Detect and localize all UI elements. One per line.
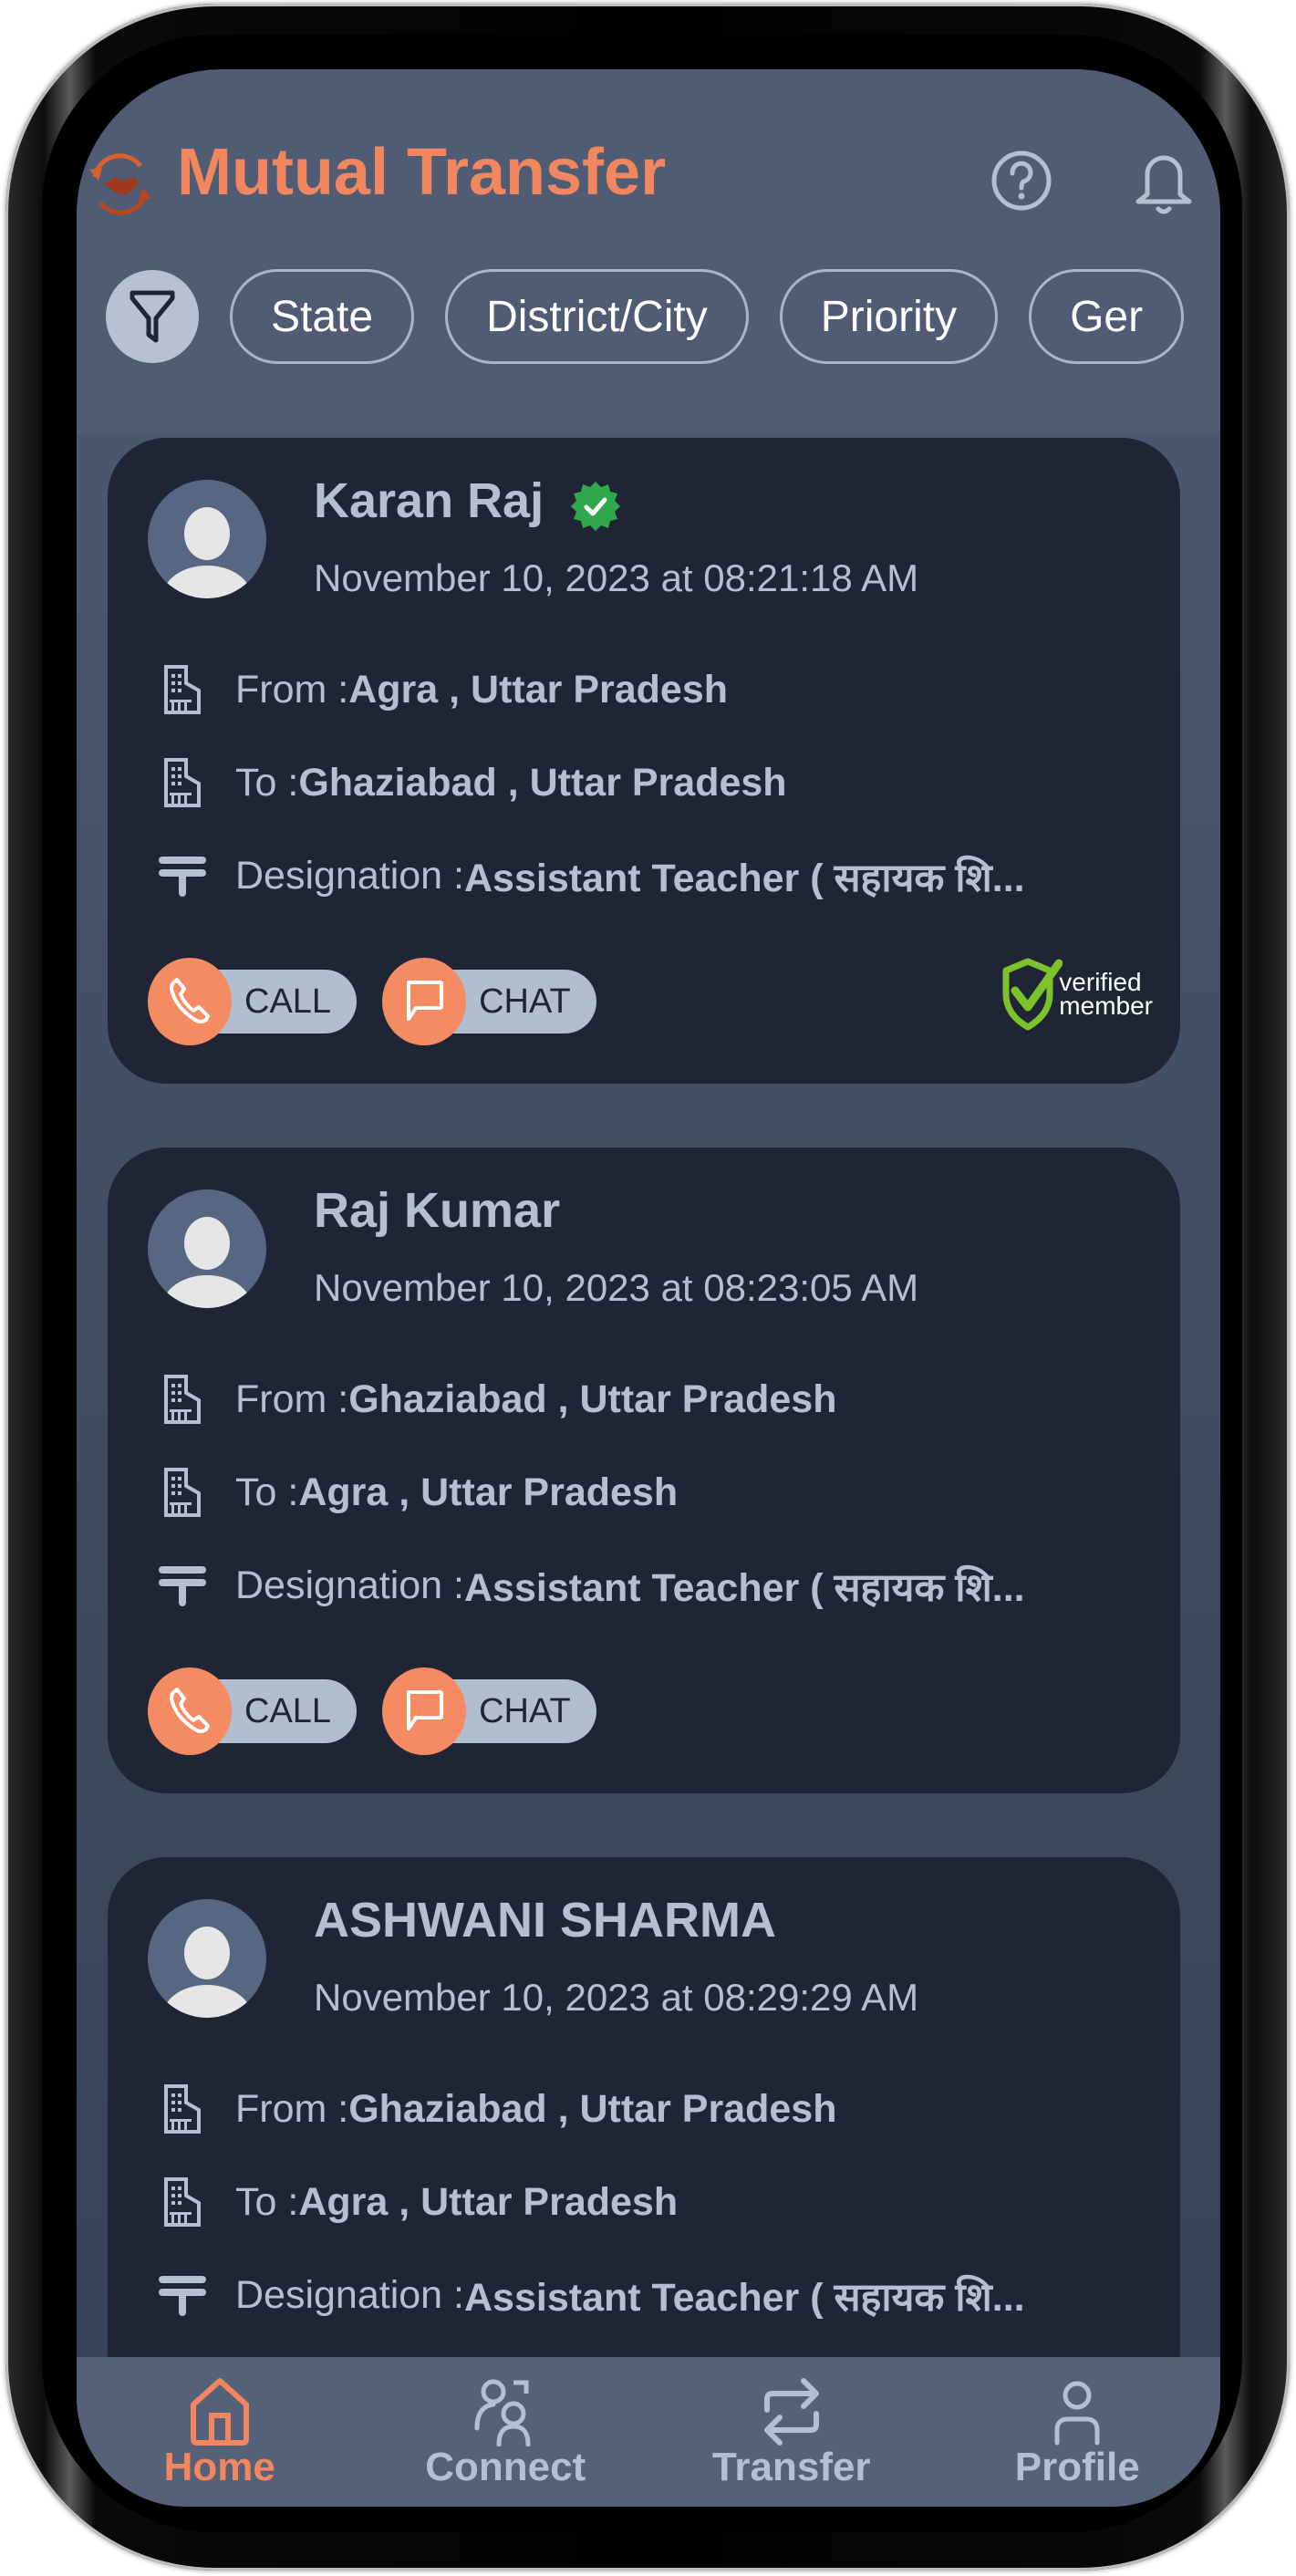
avatar [148, 1899, 266, 2018]
from-location: From : Agra , Uttar Pradesh [155, 662, 728, 717]
building-icon [164, 758, 201, 807]
phone-icon [170, 978, 210, 1023]
building-icon [164, 2177, 201, 2227]
from-label: From : [235, 667, 349, 712]
nav-profile-label: Profile [1014, 2445, 1140, 2489]
designation-icon [159, 2276, 206, 2316]
bottom-nav: Home Connect Transfer Profile [77, 2357, 1220, 2507]
post-timestamp: November 10, 2023 at 08:23:05 AM [314, 1266, 919, 1309]
building-icon [164, 1468, 201, 1517]
from-value: Agra , Uttar Pradesh [348, 667, 729, 712]
nav-home[interactable]: Home [77, 2357, 363, 2490]
to-label: To : [235, 760, 299, 805]
verified-badge-icon [571, 482, 620, 531]
app-title: Mutual Transfer [177, 136, 667, 209]
designation: Designation : Assistant Teacher ( सहायक … [155, 2268, 1025, 2322]
from-label: From : [235, 1376, 349, 1421]
designation-label: Designation : [235, 2272, 464, 2317]
chat-button[interactable]: CHAT [382, 958, 596, 1045]
filter-chip-district-city[interactable]: District/City [445, 269, 749, 364]
nav-home-label: Home [163, 2445, 275, 2489]
designation-icon [159, 1566, 206, 1606]
card-actions: CALL CHAT [148, 958, 622, 1045]
notifications-button[interactable] [1127, 144, 1200, 217]
to-value: Agra , Uttar Pradesh [298, 2179, 679, 2224]
nav-transfer[interactable]: Transfer [648, 2357, 935, 2490]
user-name: Raj Kumar [314, 1183, 561, 1238]
post-timestamp: November 10, 2023 at 08:21:18 AM [314, 556, 919, 599]
bell-icon [1135, 155, 1192, 214]
building-icon [164, 2084, 201, 2134]
to-location: To : Agra , Uttar Pradesh [155, 1465, 678, 1520]
verified-member-line2: member [1059, 992, 1153, 1020]
home-icon [190, 2378, 249, 2446]
nav-profile[interactable]: Profile [935, 2357, 1221, 2490]
to-value: Agra , Uttar Pradesh [298, 1470, 679, 1514]
designation-value: Assistant Teacher ( सहायक शि... [464, 1565, 1025, 1610]
handshake-transfer-logo-icon [89, 153, 151, 215]
to-value: Ghaziabad , Uttar Pradesh [298, 760, 787, 805]
users-icon [474, 2379, 531, 2446]
filter-icon [130, 290, 175, 343]
transfer-arrows-icon [763, 2378, 819, 2446]
avatar [148, 1189, 266, 1308]
from-value: Ghaziabad , Uttar Pradesh [348, 2086, 837, 2131]
call-button[interactable]: CALL [148, 958, 358, 1045]
designation-value: Assistant Teacher ( सहायक शि... [464, 2275, 1025, 2320]
app-header: Mutual Transfer State District/City Prio… [77, 69, 1220, 434]
to-label: To : [235, 1470, 299, 1514]
user-name: ASHWANI SHARMA [314, 1893, 776, 1948]
building-icon [164, 665, 201, 714]
to-location: To : Agra , Uttar Pradesh [155, 2175, 678, 2229]
to-location: To : Ghaziabad , Uttar Pradesh [155, 755, 787, 810]
transfer-card[interactable]: Raj Kumar November 10, 2023 at 08:23:05 … [108, 1148, 1180, 1793]
nav-transfer-label: Transfer [711, 2445, 871, 2489]
verified-member-badge: verified member [999, 958, 1153, 1031]
help-button[interactable] [985, 144, 1058, 217]
nav-connect[interactable]: Connect [363, 2357, 649, 2490]
call-button[interactable]: CALL [148, 1667, 358, 1755]
filter-chip-priority[interactable]: Priority [779, 269, 999, 364]
filter-button[interactable] [106, 270, 199, 363]
from-label: From : [235, 2086, 349, 2131]
chat-bubble-icon [407, 981, 444, 1021]
designation: Designation : Assistant Teacher ( सहायक … [155, 1558, 1025, 1613]
designation: Designation : Assistant Teacher ( सहायक … [155, 848, 1025, 903]
phone-icon [170, 1688, 210, 1733]
from-value: Ghaziabad , Uttar Pradesh [348, 1376, 837, 1421]
user-name: Karan Raj [314, 473, 544, 528]
shield-check-icon [1002, 958, 1063, 1031]
building-icon [164, 1375, 201, 1424]
post-timestamp: November 10, 2023 at 08:29:29 AM [314, 1976, 919, 2019]
designation-icon [159, 857, 206, 897]
to-label: To : [235, 2179, 299, 2224]
nav-connect-label: Connect [425, 2445, 586, 2489]
chat-bubble-icon [407, 1690, 444, 1730]
card-actions: CALL CHAT [148, 1667, 622, 1755]
designation-label: Designation : [235, 1563, 464, 1607]
designation-label: Designation : [235, 853, 464, 898]
from-location: From : Ghaziabad , Uttar Pradesh [155, 2082, 836, 2136]
chat-button[interactable]: CHAT [382, 1667, 596, 1755]
user-icon [1054, 2381, 1100, 2446]
filter-chip-gender[interactable]: Ger [1029, 269, 1185, 364]
from-location: From : Ghaziabad , Uttar Pradesh [155, 1372, 836, 1427]
help-circle-icon [991, 151, 1052, 211]
designation-value: Assistant Teacher ( सहायक शि... [464, 856, 1025, 900]
transfer-card[interactable]: Karan Raj November 10, 2023 at 08:21:18 … [108, 438, 1180, 1084]
filter-chip-state[interactable]: State [230, 269, 415, 364]
app-screen: Mutual Transfer State District/City Prio… [77, 69, 1220, 2507]
avatar [148, 480, 266, 598]
filter-bar: State District/City Priority Ger [106, 266, 1220, 367]
